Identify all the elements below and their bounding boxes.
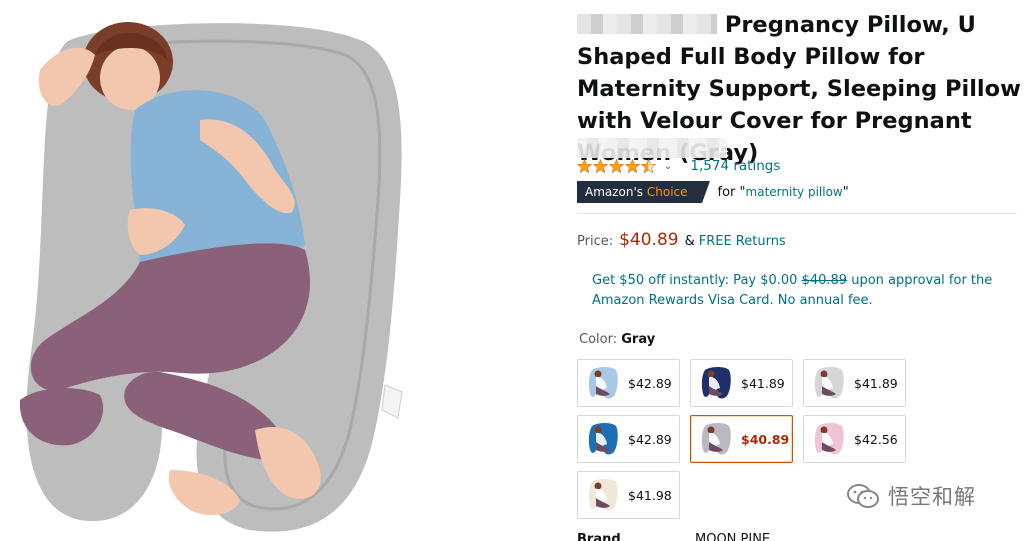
swatch-price: $41.89 — [854, 375, 898, 391]
badge-suffix: Choice — [646, 185, 688, 199]
swatch-thumbnail — [583, 475, 625, 515]
star-icon — [593, 158, 608, 173]
selected-color-name: Gray — [621, 332, 656, 347]
choice-for-label: for " — [717, 184, 746, 200]
visa-promo-link[interactable]: Get $50 off instantly: Pay $0.00 $40.89 … — [592, 271, 1012, 311]
color-swatch[interactable]: $41.89 — [803, 359, 906, 407]
divider — [577, 213, 1017, 214]
amazons-choice-badge: Amazon's Choice — [577, 181, 710, 203]
price-row: Price: $40.89 & FREE Returns — [577, 230, 786, 250]
color-label: Color: Gray — [579, 332, 655, 347]
free-returns-link[interactable]: FREE Returns — [699, 234, 786, 249]
wechat-watermark: 悟空和解 — [846, 481, 976, 511]
swatch-thumbnail — [696, 419, 738, 459]
chevron-down-icon[interactable]: ⌄ — [664, 161, 672, 172]
redacted-brand-blur — [577, 14, 717, 34]
swatch-thumbnail — [583, 363, 625, 403]
ratings-count-link[interactable]: 1,574 ratings — [690, 158, 780, 174]
swatch-price: $41.89 — [741, 375, 785, 391]
color-swatch[interactable]: $42.56 — [803, 415, 906, 463]
color-swatch[interactable]: $41.98 — [577, 471, 680, 519]
swatch-thumbnail — [809, 363, 851, 403]
badge-prefix: Amazon's — [585, 185, 644, 199]
rating-row: ⌄ 1,574 ratings — [577, 155, 780, 177]
price-value: $40.89 — [619, 230, 679, 250]
choice-for-text: for "maternity pillow" — [718, 185, 849, 200]
swatch-price: $42.56 — [854, 431, 898, 447]
star-icon — [625, 158, 640, 173]
star-icon — [609, 158, 624, 173]
star-rating[interactable] — [577, 158, 656, 174]
swatch-thumbnail — [696, 363, 738, 403]
brand-value: MOON PINE — [695, 532, 771, 541]
half-star-icon — [641, 158, 656, 173]
wechat-icon — [847, 484, 879, 508]
color-swatch[interactable]: $41.89 — [690, 359, 793, 407]
choice-close-quote: " — [842, 184, 849, 200]
color-swatch[interactable]: $40.89 — [690, 415, 793, 463]
price-label: Price: — [577, 234, 614, 249]
promo-struck-price: $40.89 — [801, 273, 848, 288]
watermark-text: 悟空和解 — [888, 485, 976, 509]
swatch-price: $42.89 — [628, 375, 672, 391]
color-label-prefix: Color: — [579, 332, 622, 347]
amazons-choice-row: Amazon's Choice for "maternity pillow" — [577, 181, 849, 203]
swatch-thumbnail — [809, 419, 851, 459]
color-swatch[interactable]: $42.89 — [577, 415, 680, 463]
promo-text-before: Get $50 off instantly: Pay $0.00 — [592, 273, 802, 288]
brand-key: Brand — [577, 532, 621, 541]
price-ampersand: & — [684, 234, 695, 249]
swatch-thumbnail — [583, 419, 625, 459]
choice-keyword-link[interactable]: maternity pillow — [746, 185, 843, 199]
star-icon — [577, 158, 592, 173]
swatch-price: $42.89 — [628, 431, 672, 447]
swatch-price: $41.98 — [628, 487, 672, 503]
product-image[interactable] — [0, 0, 560, 541]
swatch-price: $40.89 — [741, 431, 790, 447]
color-swatch[interactable]: $42.89 — [577, 359, 680, 407]
product-details: Pregnancy Pillow, U Shaped Full Body Pil… — [577, 0, 1027, 541]
